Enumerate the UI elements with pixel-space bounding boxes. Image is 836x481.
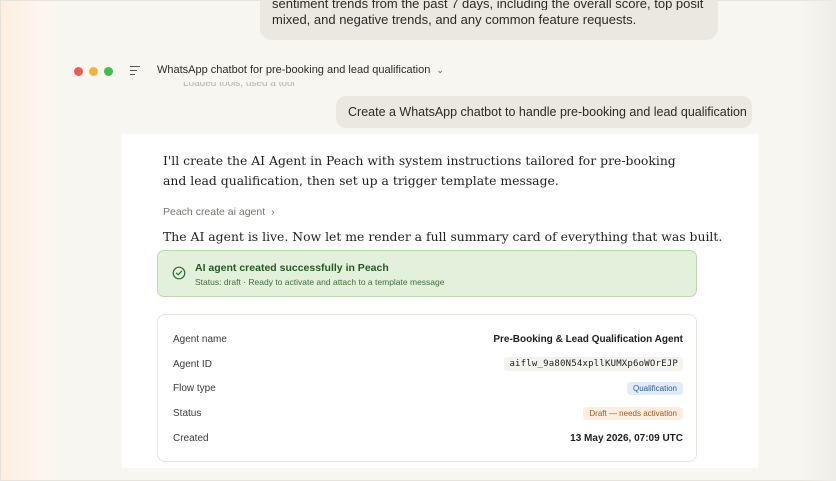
check-circle-icon	[172, 266, 186, 280]
success-subtitle: Status: draft · Ready to activate and at…	[195, 277, 445, 287]
summary-label: Created	[173, 432, 209, 444]
summary-label: Agent name	[173, 333, 227, 345]
assistant-intro-text: I'll create the AI Agent in Peach with s…	[163, 153, 676, 188]
status-badge: Draft — needs activation	[583, 406, 683, 420]
tool-call-label: Peach create ai agent	[163, 206, 266, 218]
previous-user-message: sentiment trends from the past 7 days, i…	[260, 0, 718, 40]
chat-header: WhatsApp chatbot for pre-booking and lea…	[62, 56, 794, 86]
summary-row-agent-id: Agent ID aiflw_9a80N54xpllKUMXp6oWOrEJP	[173, 352, 683, 376]
chevron-down-icon: ⌄	[436, 64, 444, 75]
summary-row-agent-name: Agent name Pre-Booking & Lead Qualificat…	[173, 327, 683, 351]
summary-label: Flow type	[173, 382, 216, 394]
previous-message-line-1: sentiment trends from the past 7 days, i…	[272, 0, 704, 10]
chevron-right-icon: ›	[271, 206, 275, 218]
chat-title-dropdown[interactable]: WhatsApp chatbot for pre-booking and lea…	[157, 64, 444, 76]
chat-title: WhatsApp chatbot for pre-booking and lea…	[157, 64, 431, 76]
success-banner: AI agent created successfully in Peach S…	[157, 250, 697, 297]
sidebar-menu-icon[interactable]	[130, 66, 140, 76]
assistant-followup-text: The AI agent is live. Now let me render …	[163, 229, 723, 244]
agent-summary-card: Agent name Pre-Booking & Lead Qualificat…	[157, 314, 697, 462]
window-maximize-dot[interactable]	[104, 67, 113, 76]
summary-row-flow-type: Flow type Qualification	[173, 376, 683, 400]
summary-label: Status	[173, 407, 202, 419]
window-shadow	[800, 0, 836, 481]
window-minimize-dot[interactable]	[89, 67, 98, 76]
agent-id-value[interactable]: aiflw_9a80N54xpllKUMXp6oWOrEJP	[504, 357, 683, 371]
success-title: AI agent created successfully in Peach	[195, 262, 389, 274]
created-value: 13 May 2026, 07:09 UTC	[570, 432, 683, 444]
user-message: Create a WhatsApp chatbot to handle pre-…	[336, 96, 752, 128]
previous-message-line-2: mixed, and negative trends, and any comm…	[272, 12, 637, 27]
collapsed-tool-summary[interactable]: Loaded tools, used a tool	[183, 82, 313, 88]
summary-label: Agent ID	[173, 358, 212, 370]
agent-name-value: Pre-Booking & Lead Qualification Agent	[493, 333, 683, 345]
summary-row-status: Status Draft — needs activation	[173, 401, 683, 425]
tool-call-link[interactable]: Peach create ai agent ›	[163, 206, 275, 218]
window-close-dot[interactable]	[74, 67, 83, 76]
summary-row-created: Created 13 May 2026, 07:09 UTC	[173, 426, 683, 450]
flow-type-badge: Qualification	[626, 381, 683, 395]
